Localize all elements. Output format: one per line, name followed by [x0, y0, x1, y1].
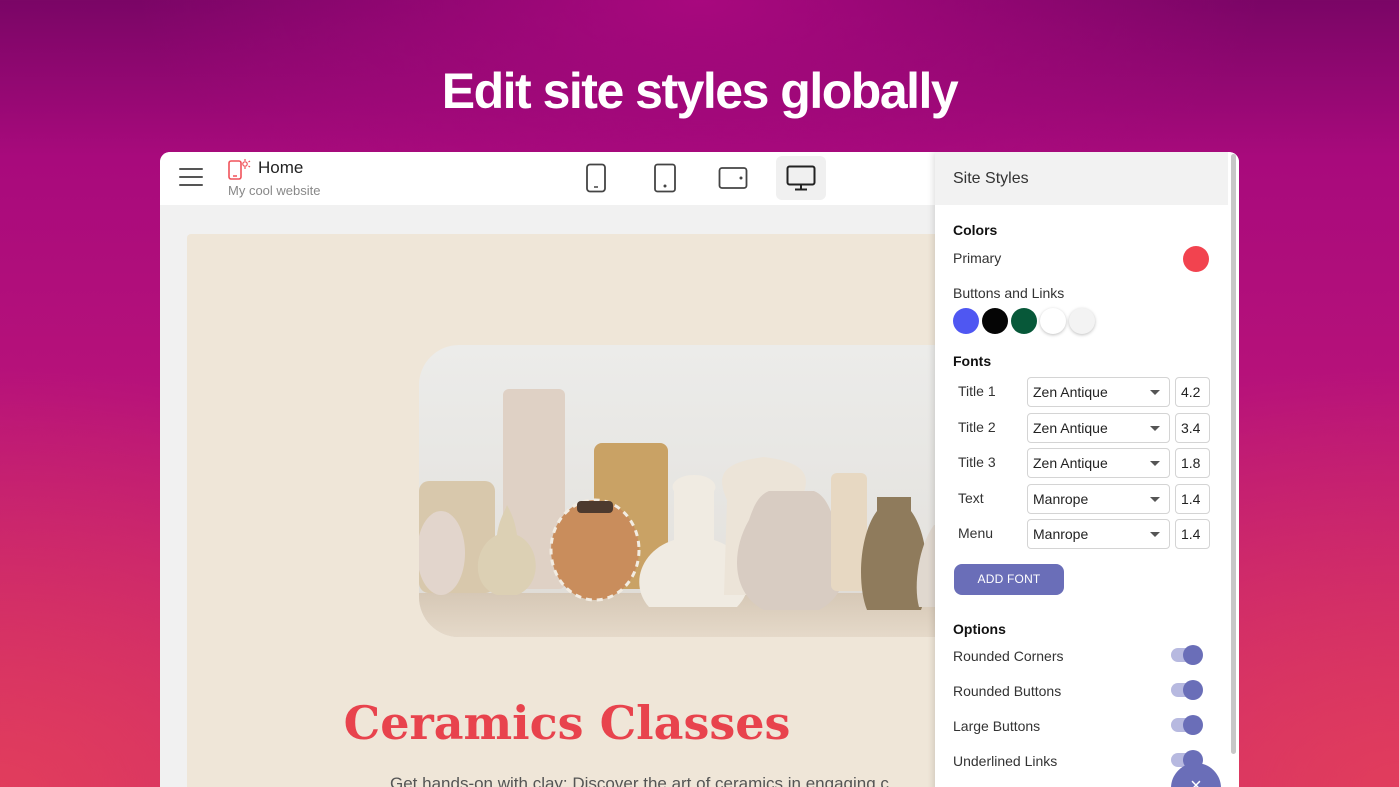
font-size-input[interactable]: 4.2	[1175, 377, 1210, 407]
option-label-underlined-links: Underlined Links	[953, 753, 1058, 769]
button-color-swatch-3[interactable]	[1011, 308, 1037, 334]
buttons-links-label: Buttons and Links	[953, 285, 1065, 301]
page-heading[interactable]: Ceramics Classes	[187, 696, 947, 750]
rounded-buttons-toggle[interactable]	[1171, 680, 1203, 700]
font-size-input[interactable]: 3.4	[1175, 413, 1210, 443]
caret-down-icon	[1150, 497, 1160, 502]
device-desktop-button[interactable]	[776, 156, 826, 200]
font-name: Title 1	[958, 383, 996, 399]
panel-scrollbar[interactable]	[1228, 152, 1239, 787]
option-label-rounded-buttons: Rounded Buttons	[953, 683, 1062, 699]
hero-image-ceramic-vases[interactable]	[419, 345, 959, 637]
large-buttons-toggle[interactable]	[1171, 715, 1203, 735]
app-window: Home My cool website Ceramics Classes Ge…	[160, 152, 1239, 787]
page-canvas[interactable]: Ceramics Classes Get hands-on with clay:…	[187, 234, 959, 787]
font-row-title3: Title 3 Zen Antique 1.8	[953, 448, 1211, 478]
font-family-select[interactable]: Manrope	[1027, 484, 1170, 514]
option-label-large-buttons: Large Buttons	[953, 718, 1041, 734]
font-family-select[interactable]: Manrope	[1027, 519, 1170, 549]
font-name: Menu	[958, 525, 994, 541]
font-row-title2: Title 2 Zen Antique 3.4	[953, 413, 1211, 443]
caret-down-icon	[1150, 426, 1160, 431]
font-name: Title 3	[958, 454, 996, 470]
fonts-section-title: Fonts	[953, 353, 992, 369]
site-logo-icon	[228, 159, 251, 180]
colors-section-title: Colors	[953, 222, 998, 238]
font-row-title1: Title 1 Zen Antique 4.2	[953, 377, 1211, 407]
editor-topbar: Home My cool website	[160, 152, 935, 205]
options-section-title: Options	[953, 621, 1006, 637]
primary-color-swatch[interactable]	[1183, 246, 1209, 272]
panel-title: Site Styles	[935, 152, 1228, 205]
font-row-menu: Menu Manrope 1.4	[953, 519, 1211, 549]
font-name: Text	[958, 490, 984, 506]
font-row-text: Text Manrope 1.4	[953, 484, 1211, 514]
page-intro-text[interactable]: Get hands-on with clay: Discover the art…	[390, 774, 889, 787]
option-label-rounded-corners: Rounded Corners	[953, 648, 1064, 664]
device-tablet-portrait-button[interactable]	[640, 156, 690, 200]
phone-icon	[586, 163, 606, 193]
tablet-landscape-icon	[718, 167, 748, 189]
font-size-input[interactable]: 1.4	[1175, 519, 1210, 549]
site-title[interactable]: Home	[258, 158, 303, 178]
rounded-corners-toggle[interactable]	[1171, 645, 1203, 665]
font-size-input[interactable]: 1.4	[1175, 484, 1210, 514]
tablet-portrait-icon	[654, 163, 676, 193]
close-icon: ×	[1190, 775, 1202, 787]
primary-color-label: Primary	[953, 250, 1002, 266]
desktop-icon	[786, 165, 816, 191]
button-color-swatch-1[interactable]	[953, 308, 979, 334]
site-subtitle: My cool website	[228, 183, 321, 198]
button-color-swatch-4[interactable]	[1040, 308, 1066, 334]
caret-down-icon	[1150, 390, 1160, 395]
hamburger-menu-icon[interactable]	[179, 168, 203, 188]
font-name: Title 2	[958, 419, 996, 435]
button-color-swatch-2[interactable]	[982, 308, 1008, 334]
device-tablet-landscape-button[interactable]	[708, 156, 758, 200]
font-family-select[interactable]: Zen Antique	[1027, 377, 1170, 407]
caret-down-icon	[1150, 532, 1160, 537]
button-color-swatch-5[interactable]	[1069, 308, 1095, 334]
caret-down-icon	[1150, 461, 1160, 466]
font-family-select[interactable]: Zen Antique	[1027, 413, 1170, 443]
device-phone-button[interactable]	[571, 156, 621, 200]
headline: Edit site styles globally	[441, 63, 959, 119]
font-size-input[interactable]: 1.8	[1175, 448, 1210, 478]
site-styles-panel: Site Styles Colors Primary Buttons and L…	[935, 152, 1228, 787]
add-font-button[interactable]: ADD FONT	[954, 564, 1064, 595]
font-family-select[interactable]: Zen Antique	[1027, 448, 1170, 478]
